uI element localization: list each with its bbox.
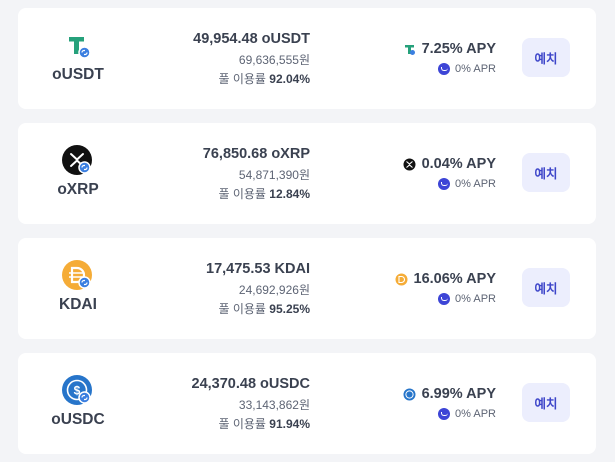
pool-amount: 24,370.48 oUSDC — [191, 376, 310, 392]
fiat-value: 69,636,555원 — [238, 53, 310, 67]
pool-amount: 49,954.48 oUSDT — [193, 31, 310, 47]
apr-value: 0% APR — [455, 63, 496, 75]
balance-column: 49,954.48 oUSDT 69,636,555원 풀 이용률 92.04% — [193, 30, 310, 89]
utilization: 풀 이용률 92.04% — [193, 70, 310, 89]
deposit-button[interactable]: 예치 — [522, 153, 570, 192]
pool-amount: 17,475.53 KDAI — [206, 261, 310, 277]
asset-column: oUSDT — [28, 30, 128, 84]
pool-card-ousdc: $ oUSDC 24,370.48 oUSDC 33,143,862원 풀 이용… — [18, 353, 596, 454]
pool-card-kdai: KDAI 17,475.53 KDAI 24,692,926원 풀 이용률 95… — [18, 238, 596, 339]
pool-card-oxrp: oXRP 76,850.68 oXRP 54,871,390원 풀 이용률 12… — [18, 123, 596, 224]
balance-column: 17,475.53 KDAI 24,692,926원 풀 이용률 95.25% — [206, 260, 310, 319]
balance-column: 24,370.48 oUSDC 33,143,862원 풀 이용률 91.94% — [192, 375, 310, 434]
usdc-mini-icon — [403, 388, 416, 401]
asset-name: oUSDT — [52, 66, 104, 83]
apy-value: 7.25% APY — [421, 41, 496, 57]
asset-name: KDAI — [59, 296, 97, 313]
utilization-value: 12.84% — [269, 187, 310, 201]
apy-value: 16.06% APY — [413, 271, 496, 287]
xrp-mini-icon — [403, 158, 416, 171]
apy-row: 0.04% APY — [403, 155, 496, 174]
dai-icon — [62, 260, 94, 292]
reward-token-icon — [438, 408, 451, 420]
yield-column: 16.06% APY 0% APR — [395, 270, 496, 308]
fiat-value: 54,871,390원 — [238, 168, 310, 182]
usdc-icon: $ — [62, 375, 94, 407]
yield-column: 7.25% APY 0% APR — [403, 40, 496, 78]
reward-token-icon — [438, 293, 451, 305]
utilization-value: 92.04% — [269, 72, 310, 86]
xrp-icon — [62, 145, 94, 177]
asset-name: oUSDC — [51, 411, 105, 428]
utilization-value: 91.94% — [269, 417, 310, 431]
asset-column: oXRP — [28, 145, 128, 199]
apy-value: 6.99% APY — [421, 386, 496, 402]
apr-row: 0% APR — [395, 290, 496, 308]
yield-column: 0.04% APY 0% APR — [403, 155, 496, 193]
apy-row: 16.06% APY — [395, 270, 496, 289]
fiat-value: 24,692,926원 — [238, 283, 310, 297]
dai-mini-icon — [395, 273, 408, 286]
apy-row: 7.25% APY — [403, 40, 496, 59]
balance-column: 76,850.68 oXRP 54,871,390원 풀 이용률 12.84% — [203, 145, 310, 204]
utilization: 풀 이용률 95.25% — [206, 300, 310, 319]
tether-icon — [62, 30, 94, 62]
utilization: 풀 이용률 91.94% — [192, 415, 310, 434]
deposit-button[interactable]: 예치 — [522, 268, 570, 307]
apr-row: 0% APR — [403, 60, 496, 78]
reward-token-icon — [438, 63, 451, 75]
fiat-value: 33,143,862원 — [238, 398, 310, 412]
utilization-label: 풀 이용률 — [218, 72, 266, 86]
yield-column: 6.99% APY 0% APR — [403, 385, 496, 423]
deposit-button[interactable]: 예치 — [522, 38, 570, 77]
apr-value: 0% APR — [455, 408, 496, 420]
apr-value: 0% APR — [455, 293, 496, 305]
utilization-label: 풀 이용률 — [218, 417, 266, 431]
apr-row: 0% APR — [403, 405, 496, 423]
apr-row: 0% APR — [403, 175, 496, 193]
apy-row: 6.99% APY — [403, 385, 496, 404]
asset-column: $ oUSDC — [28, 375, 128, 429]
pool-card-ousdt: oUSDT 49,954.48 oUSDT 69,636,555원 풀 이용률 … — [18, 8, 596, 109]
apr-value: 0% APR — [455, 178, 496, 190]
deposit-button[interactable]: 예치 — [522, 383, 570, 422]
utilization-label: 풀 이용률 — [218, 302, 266, 316]
apy-value: 0.04% APY — [421, 156, 496, 172]
reward-token-icon — [438, 178, 451, 190]
asset-column: KDAI — [28, 260, 128, 314]
asset-name: oXRP — [57, 181, 99, 198]
utilization: 풀 이용률 12.84% — [203, 185, 310, 204]
utilization-label: 풀 이용률 — [218, 187, 266, 201]
pool-amount: 76,850.68 oXRP — [202, 146, 310, 162]
tether-mini-icon — [403, 43, 416, 56]
utilization-value: 95.25% — [269, 302, 310, 316]
